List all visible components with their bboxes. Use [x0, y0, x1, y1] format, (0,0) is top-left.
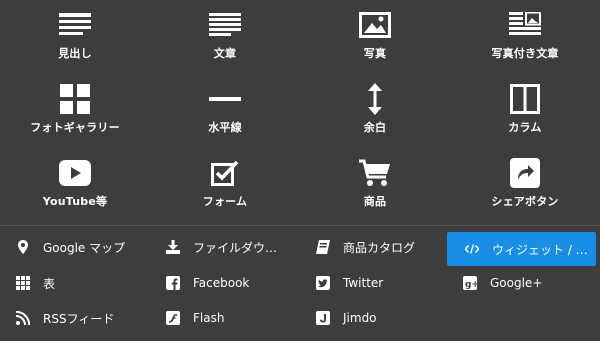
- tile-video[interactable]: YouTube等: [0, 151, 150, 225]
- download-icon: [166, 240, 180, 254]
- share-icon: [509, 157, 541, 189]
- list-item-label: RSSフィード: [43, 311, 115, 326]
- tile-label: 商品: [363, 195, 387, 208]
- list-item-label: Facebook: [193, 276, 250, 290]
- list-item-widget[interactable]: ウィジェット / …: [447, 232, 596, 266]
- map-pin-icon: [16, 240, 30, 254]
- list-item-table[interactable]: 表: [16, 266, 156, 300]
- list-item-label: ファイルダウ…: [193, 240, 278, 255]
- list-item-rss[interactable]: RSSフィード: [16, 301, 156, 335]
- list-item-label: 商品カタログ: [343, 240, 416, 255]
- spacer-icon: [359, 83, 391, 115]
- list-item-product-catalog[interactable]: 商品カタログ: [316, 230, 446, 264]
- catalog-icon: [316, 240, 330, 254]
- list-item-google-map[interactable]: Google マップ: [16, 230, 156, 264]
- list-item-label: 表: [43, 276, 56, 291]
- tile-photo[interactable]: 写真: [300, 3, 450, 77]
- photo-text-icon: [509, 9, 541, 41]
- text-icon: [209, 9, 241, 41]
- tile-label: フォーム: [202, 195, 248, 208]
- list-item-label: Jimdo: [343, 311, 377, 325]
- tile-spacer[interactable]: 余白: [300, 77, 450, 151]
- facebook-icon: [166, 276, 180, 290]
- video-icon: [59, 157, 91, 189]
- code-icon: [465, 242, 479, 256]
- heading-icon: [59, 9, 91, 41]
- jimdo-icon: [316, 311, 330, 325]
- tile-share[interactable]: シェアボタン: [450, 151, 600, 225]
- list-item-flash[interactable]: Flash: [166, 301, 306, 335]
- tile-product[interactable]: 商品: [300, 151, 450, 225]
- twitter-icon: [316, 276, 330, 290]
- gallery-icon: [59, 83, 91, 115]
- list-item-label: Google マップ: [43, 240, 126, 255]
- table-icon: [16, 276, 30, 290]
- tile-label: 見出し: [58, 47, 92, 60]
- tile-photo-text[interactable]: 写真付き文章: [450, 3, 600, 77]
- list-item-google-plus[interactable]: g+ Google+: [463, 266, 596, 300]
- list-item-label: Google+: [490, 276, 543, 290]
- tile-label: 水平線: [208, 121, 242, 134]
- list-item-jimdo[interactable]: Jimdo: [316, 301, 446, 335]
- list-item-facebook[interactable]: Facebook: [166, 266, 306, 300]
- tile-text[interactable]: 文章: [150, 3, 300, 77]
- list-item-twitter[interactable]: Twitter: [316, 266, 446, 300]
- form-icon: [209, 157, 241, 189]
- list-item-label: ウィジェット / …: [492, 242, 588, 257]
- cart-icon: [359, 157, 391, 189]
- tile-label: 写真付き文章: [491, 47, 559, 60]
- tile-label: フォトギャラリー: [30, 121, 120, 134]
- tile-label: カラム: [508, 121, 542, 134]
- flash-icon: [166, 311, 180, 325]
- tile-horizontal-line[interactable]: 水平線: [150, 77, 300, 151]
- rss-icon: [16, 311, 30, 325]
- svg-text:g+: g+: [465, 280, 477, 290]
- list-item-label: Twitter: [343, 276, 384, 290]
- extra-content-list: Google マップ ファイルダウ… 商品カタログ ウィジェット / … 表 F…: [0, 226, 600, 341]
- columns-icon: [509, 83, 541, 115]
- tile-form[interactable]: フォーム: [150, 151, 300, 225]
- tile-label: シェアボタン: [491, 195, 559, 208]
- tile-gallery[interactable]: フォトギャラリー: [0, 77, 150, 151]
- tile-label: 文章: [213, 47, 237, 60]
- horizontal-line-icon: [209, 83, 241, 115]
- list-item-file-download[interactable]: ファイルダウ…: [166, 230, 306, 264]
- google-plus-icon: g+: [463, 276, 477, 290]
- list-item-label: Flash: [193, 311, 225, 325]
- content-type-grid: 見出し 文章 写真 写真付き文章 フォトギャラリー 水平線 余白 カラム You…: [0, 0, 600, 224]
- tile-label: YouTube等: [42, 195, 108, 208]
- tile-heading[interactable]: 見出し: [0, 3, 150, 77]
- tile-label: 写真: [363, 47, 387, 60]
- tile-columns[interactable]: カラム: [450, 77, 600, 151]
- tile-label: 余白: [363, 121, 387, 134]
- photo-icon: [359, 9, 391, 41]
